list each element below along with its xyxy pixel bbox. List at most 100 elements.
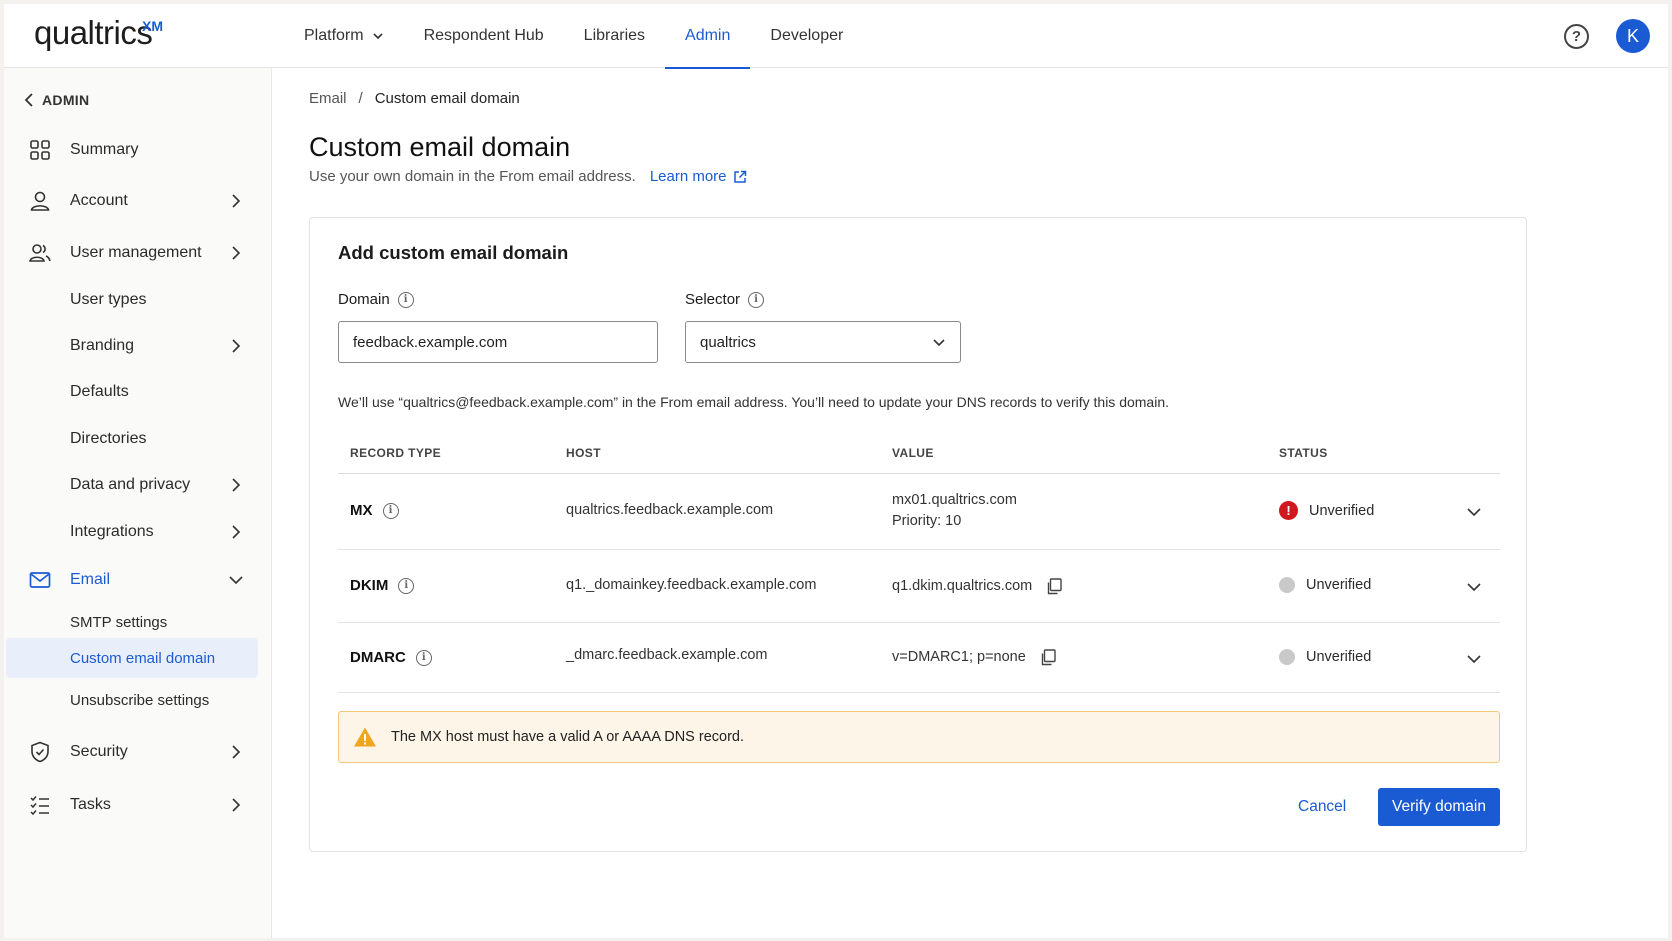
chevron-right-icon (232, 478, 241, 492)
host-cell: qualtrics.feedback.example.com (566, 502, 774, 518)
logo-xm: XM (142, 18, 163, 34)
sidebar-item-label: Unsubscribe settings (70, 691, 210, 709)
sidebar-item-integrations[interactable]: Integrations (4, 512, 272, 552)
sidebar-item-security[interactable]: Security (4, 732, 272, 772)
record-type-cell: DMARC i (350, 649, 432, 666)
learn-more-link[interactable]: Learn more (650, 168, 747, 185)
record-type-cell: MX i (350, 502, 399, 519)
sidebar-item-unsubscribe-settings[interactable]: Unsubscribe settings (4, 682, 272, 718)
value-text: v=DMARC1; p=none (892, 649, 1026, 665)
host-cell: _dmarc.feedback.example.com (566, 647, 768, 663)
selector-dropdown[interactable]: qualtrics (685, 321, 961, 363)
chevron-down-icon[interactable] (1466, 651, 1482, 667)
sidebar-item-tasks[interactable]: Tasks (4, 785, 272, 825)
copy-icon[interactable] (1040, 649, 1056, 666)
admin-sidebar: ADMIN Summary Account User management Us… (4, 68, 272, 938)
chevron-down-icon (933, 339, 945, 347)
nav-admin[interactable]: Admin (665, 4, 751, 69)
chevron-down-icon (229, 576, 243, 585)
warning-triangle-icon (354, 727, 376, 747)
sidebar-item-label: Integrations (70, 523, 154, 540)
sidebar-item-account[interactable]: Account (4, 181, 272, 221)
table-row: DKIM i q1._domainkey.feedback.example.co… (338, 550, 1500, 623)
info-icon[interactable]: i (398, 577, 415, 594)
value-text: mx01.qualtrics.com (892, 492, 1017, 508)
nav-libraries[interactable]: Libraries (564, 4, 665, 68)
warning-banner: The MX host must have a valid A or AAAA … (338, 711, 1500, 763)
info-icon[interactable]: i (397, 291, 414, 308)
value-priority: Priority: 10 (892, 513, 962, 529)
sidebar-item-label: User types (70, 291, 147, 308)
sidebar-item-data-and-privacy[interactable]: Data and privacy (4, 465, 272, 505)
chevron-down-icon[interactable] (1466, 504, 1482, 520)
breadcrumb-email-link[interactable]: Email (309, 90, 347, 107)
copy-icon[interactable] (1046, 578, 1062, 595)
sidebar-item-email[interactable]: Email (4, 560, 272, 600)
from-address-hint: We’ll use “qualtrics@feedback.example.co… (338, 394, 1170, 410)
selector-label-text: Selector (685, 291, 741, 308)
status-badge: ! Unverified (1279, 501, 1374, 520)
page-title: Custom email domain (309, 132, 571, 162)
card-title: Add custom email domain (338, 242, 569, 263)
grid-icon (30, 140, 50, 160)
value-cell: q1.dkim.qualtrics.com (892, 576, 1062, 597)
value-cell: v=DMARC1; p=none (892, 647, 1056, 668)
status-text: Unverified (1309, 502, 1375, 519)
sidebar-item-smtp-settings[interactable]: SMTP settings (4, 604, 272, 640)
verify-domain-button[interactable]: Verify domain (1378, 788, 1500, 826)
top-nav: qualtrics XM Platform Respondent Hub Lib… (4, 4, 1668, 69)
back-to-admin-link[interactable]: ADMIN (24, 92, 89, 108)
chevron-down-icon[interactable] (1466, 579, 1482, 595)
info-icon[interactable]: i (748, 291, 765, 308)
custom-domain-card: Add custom email domain Domain i Selecto… (309, 217, 1527, 852)
page-subtitle-text: Use your own domain in the From email ad… (309, 168, 636, 185)
chevron-down-icon (373, 33, 383, 40)
selector-value: qualtrics (700, 333, 756, 351)
info-icon[interactable]: i (415, 649, 432, 666)
sidebar-item-label: Account (70, 192, 128, 209)
help-circle-icon[interactable]: ? (1564, 24, 1589, 49)
chevron-right-icon (232, 745, 241, 759)
avatar[interactable]: K (1616, 19, 1650, 53)
chevron-right-icon (232, 798, 241, 812)
sidebar-item-label: Directories (70, 430, 147, 447)
nav-platform[interactable]: Platform (284, 4, 404, 68)
pending-dot-icon (1279, 649, 1295, 665)
sidebar-item-label: Custom email domain (70, 649, 216, 667)
host-cell: q1._domainkey.feedback.example.com (566, 577, 817, 593)
chevron-right-icon (232, 525, 241, 539)
sidebar-item-summary[interactable]: Summary (4, 130, 272, 170)
sidebar-item-label: Security (70, 743, 128, 760)
info-icon[interactable]: i (382, 502, 399, 519)
app-window: qualtrics XM Platform Respondent Hub Lib… (4, 4, 1668, 938)
sidebar-item-user-management[interactable]: User management (4, 233, 272, 273)
sidebar-item-branding[interactable]: Branding (4, 326, 272, 366)
value-text: q1.dkim.qualtrics.com (892, 578, 1033, 594)
selector-label: Selector i (685, 291, 765, 308)
error-icon: ! (1279, 501, 1298, 520)
header-status: STATUS (1279, 446, 1328, 460)
sidebar-item-user-types[interactable]: User types (4, 280, 272, 320)
main-content: Email / Custom email domain Custom email… (272, 68, 1668, 938)
nav-developer[interactable]: Developer (750, 4, 863, 68)
header-host: HOST (566, 446, 601, 460)
sidebar-item-directories[interactable]: Directories (4, 419, 272, 459)
record-type-mx: MX (350, 502, 373, 519)
table-header: RECORD TYPE HOST VALUE STATUS (338, 430, 1500, 474)
breadcrumb-separator: / (358, 90, 363, 107)
tasks-icon (30, 796, 49, 816)
sidebar-item-label: Branding (70, 337, 135, 354)
domain-input[interactable] (338, 321, 658, 363)
chevron-right-icon (232, 246, 241, 260)
qualtrics-logo[interactable]: qualtrics XM (34, 14, 163, 58)
status-text: Unverified (1306, 649, 1372, 665)
record-type-dkim: DKIM (350, 577, 389, 594)
back-label: ADMIN (42, 92, 90, 108)
primary-nav: Platform Respondent Hub Libraries Admin … (284, 4, 863, 69)
cancel-button[interactable]: Cancel (1284, 788, 1360, 826)
nav-respondent-hub[interactable]: Respondent Hub (404, 4, 564, 68)
nav-admin-label: Admin (685, 27, 731, 44)
record-type-cell: DKIM i (350, 577, 415, 594)
sidebar-item-custom-email-domain[interactable]: Custom email domain (6, 638, 258, 678)
sidebar-item-defaults[interactable]: Defaults (4, 372, 272, 412)
